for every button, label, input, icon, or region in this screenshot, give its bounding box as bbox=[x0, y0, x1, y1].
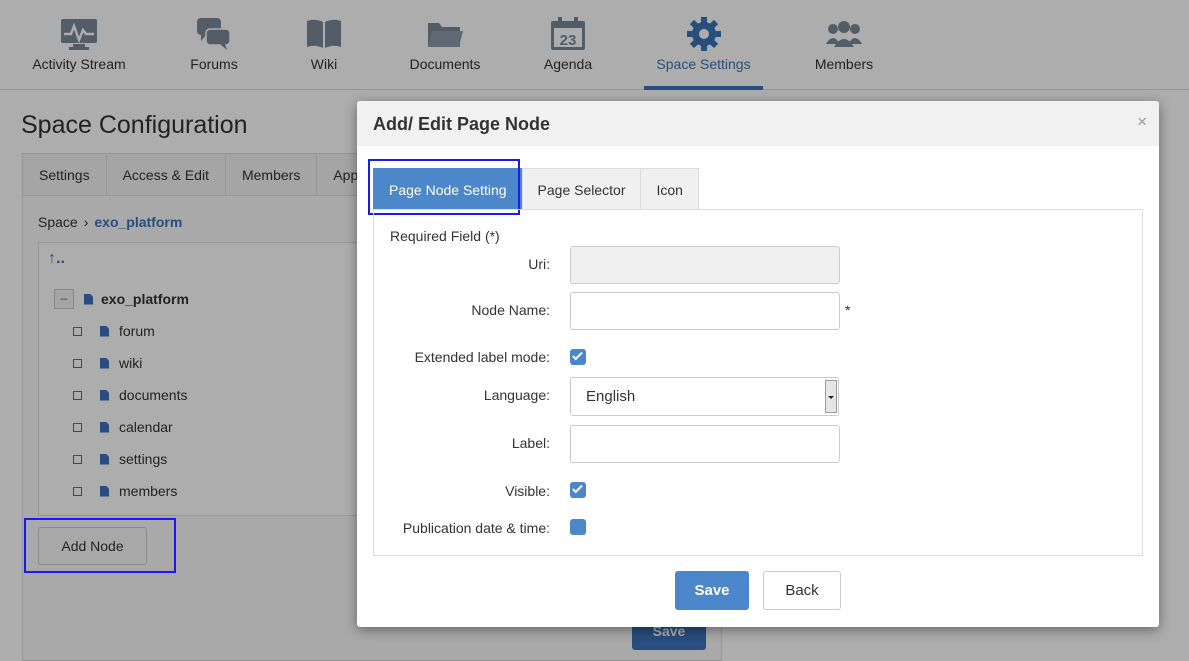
extended-label-mode-checkbox[interactable] bbox=[570, 349, 586, 365]
node-name-input[interactable] bbox=[570, 292, 840, 330]
tab-page-selector[interactable]: Page Selector bbox=[521, 168, 642, 210]
save-button[interactable]: Save bbox=[675, 571, 749, 610]
label-label: Label: bbox=[511, 435, 550, 451]
visible-label: Visible: bbox=[505, 483, 550, 499]
language-label: Language: bbox=[483, 387, 550, 403]
uri-label: Uri: bbox=[528, 256, 550, 272]
language-select[interactable]: English bbox=[570, 377, 839, 416]
uri-field[interactable] bbox=[570, 246, 840, 284]
dropdown-arrow-icon[interactable] bbox=[825, 380, 837, 413]
checkmark-icon bbox=[572, 482, 583, 494]
publication-date-checkbox[interactable] bbox=[570, 519, 586, 535]
close-icon[interactable]: × bbox=[1137, 112, 1147, 132]
required-asterisk: * bbox=[845, 302, 851, 318]
back-button[interactable]: Back bbox=[763, 571, 841, 610]
publication-date-label: Publication date & time: bbox=[402, 520, 550, 536]
highlight-box-tab bbox=[368, 159, 520, 215]
label-input[interactable] bbox=[570, 425, 840, 463]
dialog-title: Add/ Edit Page Node bbox=[373, 114, 551, 134]
checkmark-icon bbox=[572, 349, 583, 361]
dialog-header: Add/ Edit Page Node × bbox=[357, 101, 1159, 146]
highlight-box-add-node bbox=[24, 518, 176, 573]
tab-icon[interactable]: Icon bbox=[640, 168, 699, 210]
visible-checkbox[interactable] bbox=[570, 482, 586, 498]
node-name-label: Node Name: bbox=[471, 302, 550, 318]
language-selected-value: English bbox=[586, 388, 636, 405]
page-node-dialog: Add/ Edit Page Node × Page Node Setting … bbox=[357, 101, 1159, 627]
required-note: Required Field (*) bbox=[390, 228, 500, 244]
extended-label-mode-label: Extended label mode: bbox=[414, 349, 550, 365]
